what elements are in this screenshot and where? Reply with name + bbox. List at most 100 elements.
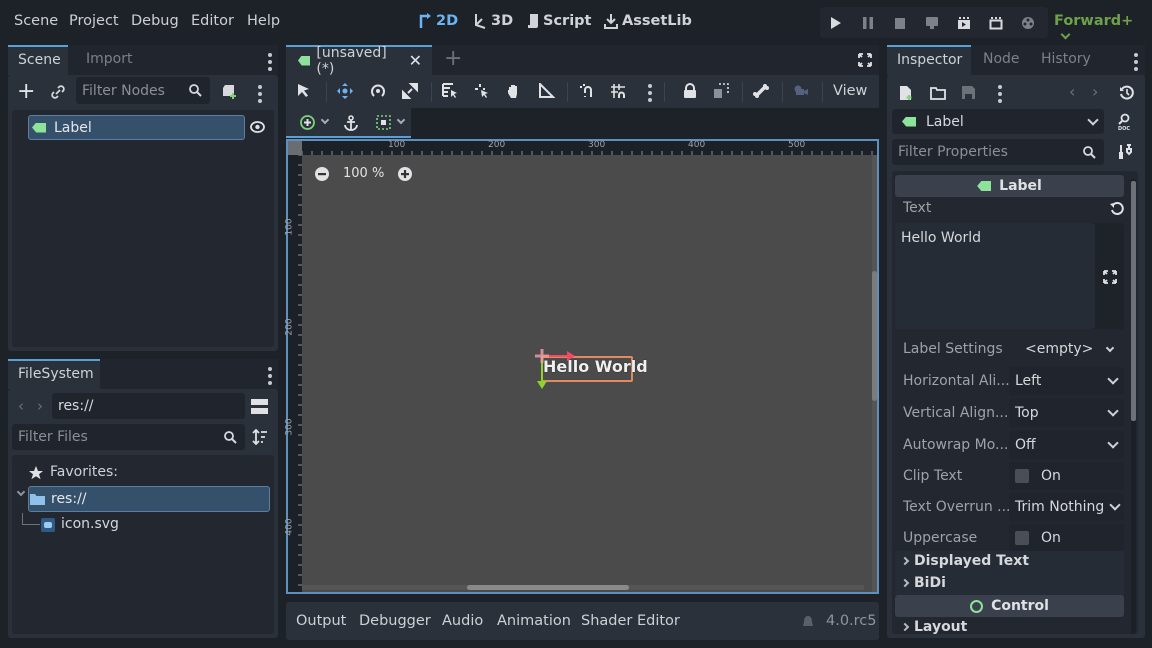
movie-maker-icon[interactable] [1020,15,1036,31]
scene-tree-item-label[interactable]: Label [28,115,245,140]
path-field[interactable]: res:// [52,393,245,419]
tab-shader-editor[interactable]: Shader Editor [581,613,680,629]
zoom-out-icon[interactable] [314,166,330,182]
pan-tool-icon[interactable] [506,83,524,101]
move-tool-icon[interactable] [337,83,355,101]
visibility-eye-icon[interactable] [250,121,265,133]
save-icon[interactable] [961,85,976,100]
tab-output[interactable]: Output [296,613,346,629]
clip-text-checkbox[interactable]: On [1009,462,1124,490]
menu-help[interactable]: Help [247,13,280,29]
tab-debugger[interactable]: Debugger [359,613,431,629]
text-overrun-dropdown[interactable]: Trim Nothing [1009,493,1124,521]
horizontal-alignment-dropdown[interactable]: Left [1009,367,1124,395]
add-node-icon[interactable]: + [17,81,35,103]
distraction-free-icon[interactable] [858,53,872,67]
recent-history-icon[interactable] [1119,85,1134,100]
scene-options-icon[interactable] [258,85,262,103]
file-tree-item[interactable]: icon.svg [61,516,119,532]
workspace-assetlib[interactable]: AssetLib [604,13,692,29]
group-displayed-text[interactable]: Displayed Text [900,553,1029,569]
bone-icon[interactable] [753,83,771,101]
pause-icon[interactable] [860,15,876,31]
lock-icon[interactable] [683,83,701,101]
workspace-2d[interactable]: 2D [418,13,458,29]
menu-editor[interactable]: Editor [191,13,234,29]
kebab-menu-icon[interactable] [268,367,272,385]
stop-icon[interactable] [892,15,908,31]
menu-project[interactable]: Project [69,13,119,29]
kebab-menu-icon[interactable] [268,53,272,71]
smart-snap-icon[interactable] [579,83,597,101]
split-mode-icon[interactable] [251,399,268,414]
sort-icon[interactable] [252,429,268,445]
label-settings-value[interactable]: <empty> [1025,341,1093,357]
pivot-tool-icon[interactable] [474,83,492,101]
zoom-level[interactable]: 100 % [343,166,384,181]
uppercase-checkbox[interactable]: On [1009,524,1124,552]
tab-import[interactable]: Import [76,45,142,75]
autowrap-mode-dropdown[interactable]: Off [1009,431,1124,459]
history-back-icon[interactable]: ‹ [1069,82,1075,101]
add-tab-icon[interactable]: + [444,46,462,71]
filter-files-input[interactable]: Filter Files [12,424,245,450]
anchor-icon[interactable] [344,115,358,131]
tab-history[interactable]: History [1031,45,1101,75]
class-header-control[interactable]: Control [895,595,1124,617]
property-tools-icon[interactable] [1118,144,1132,160]
renderer-selector[interactable]: Forward+ [1054,13,1152,45]
text-property-textarea[interactable]: Hello World [895,223,1095,329]
close-icon[interactable]: ✕ [409,51,422,70]
expand-editor-icon[interactable] [1103,270,1117,284]
vertical-scrollbar-thumb[interactable] [872,271,877,401]
tab-animation[interactable]: Animation [497,613,571,629]
tab-filesystem[interactable]: FileSystem [8,359,100,389]
horizontal-scrollbar-thumb[interactable] [467,585,629,590]
filter-properties-input[interactable]: Filter Properties [892,139,1104,165]
group-icon[interactable] [713,83,731,101]
file-tree-item-root[interactable]: res:// [28,486,270,512]
menu-scene[interactable]: Scene [14,13,58,29]
filter-nodes-input[interactable]: Filter Nodes [76,77,210,104]
container-sizing-icon[interactable] [376,115,391,130]
group-layout[interactable]: Layout [900,619,967,635]
zoom-in-icon[interactable] [397,166,413,182]
new-resource-icon[interactable] [899,85,913,101]
tab-scene[interactable]: Scene [8,45,68,75]
class-header-label[interactable]: Label [895,175,1124,197]
revert-icon[interactable] [1110,201,1124,215]
scene-tab[interactable]: [unsaved](*) ✕ [286,45,432,77]
history-forward-icon[interactable]: › [1092,82,1098,101]
play-scene-icon[interactable] [956,15,972,31]
anchor-presets-icon[interactable] [300,115,315,130]
grid-snap-icon[interactable] [610,83,628,101]
open-docs-icon[interactable]: DOC [1117,113,1133,131]
open-folder-icon[interactable] [930,86,946,100]
back-icon[interactable]: ‹ [18,397,24,415]
transform-gizmo-icon[interactable] [534,348,584,393]
attach-script-icon[interactable] [221,84,237,100]
link-icon[interactable] [51,85,65,99]
forward-icon[interactable]: › [37,397,43,415]
snap-options-icon[interactable] [648,84,652,102]
kebab-menu-icon[interactable] [1134,53,1138,71]
list-select-icon[interactable] [442,83,460,101]
select-tool-icon[interactable] [297,83,315,101]
workspace-3d[interactable]: 3D [473,13,513,29]
play-icon[interactable] [828,15,844,31]
chevron-down-icon[interactable] [396,115,406,125]
canvas-viewport[interactable]: 100 200 300 400 500 100 200 300 400 100 … [285,139,879,594]
workspace-script[interactable]: Script [527,13,591,29]
inspector-scrollbar-thumb[interactable] [1131,181,1136,421]
canvas-area[interactable]: 100 % Hello World [302,155,877,592]
tab-inspector[interactable]: Inspector [887,45,971,75]
remote-debug-icon[interactable] [924,15,940,31]
chevron-down-icon[interactable] [320,115,330,125]
tab-node[interactable]: Node [973,45,1030,75]
update-spinner-icon[interactable] [802,615,814,628]
vertical-alignment-dropdown[interactable]: Top [1009,399,1124,427]
menu-debug[interactable]: Debug [131,13,179,29]
scale-tool-icon[interactable] [402,83,420,101]
rotate-tool-icon[interactable] [370,83,388,101]
group-bidi[interactable]: BiDi [900,575,946,591]
